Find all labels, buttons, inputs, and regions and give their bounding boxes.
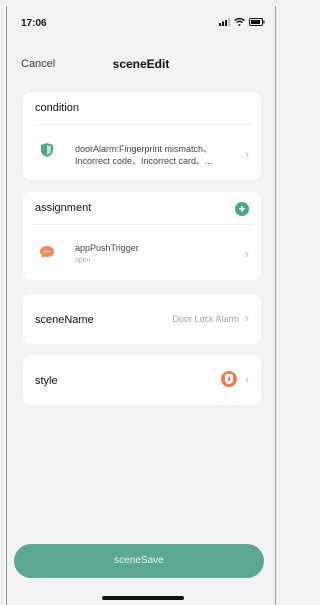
scene-name-value: Door Lock Alarm	[172, 314, 239, 324]
assignment-item-title: appPushTrigger	[75, 243, 139, 253]
shield-icon	[41, 143, 53, 157]
scene-name-label: sceneName	[35, 314, 94, 326]
condition-section-title: condition	[35, 102, 80, 114]
chevron-right-icon: ›	[245, 247, 249, 261]
signal-icon	[218, 18, 230, 26]
status-time: 17:06	[21, 18, 47, 29]
assignment-section-title: assignment	[35, 202, 92, 214]
assignment-item[interactable]: appPushTrigger open ›	[23, 236, 261, 272]
chevron-right-icon: ›	[245, 147, 249, 161]
add-assignment-button[interactable]: +	[235, 202, 249, 216]
lock-style-icon	[221, 371, 237, 387]
condition-item[interactable]: doorAlarm:Fingerprint mismatch、Incorrect…	[23, 136, 261, 172]
scene-save-button[interactable]: sceneSave	[14, 544, 264, 578]
push-message-icon	[40, 246, 54, 258]
status-icons	[218, 17, 265, 28]
nav-bar: Cancel sceneEdit	[7, 50, 275, 80]
chevron-right-icon: ›	[245, 311, 249, 325]
app-frame: 17:06 Cancel sceneEdit condition doorAla…	[6, 6, 276, 605]
style-label: style	[35, 375, 58, 387]
battery-icon	[249, 18, 265, 26]
status-bar: 17:06	[7, 6, 275, 38]
divider	[33, 224, 251, 225]
scene-name-row[interactable]: sceneName Door Lock Alarm ›	[23, 294, 261, 344]
divider	[33, 124, 251, 125]
condition-item-text: doorAlarm:Fingerprint mismatch、Incorrect…	[75, 144, 213, 166]
condition-card: condition doorAlarm:Fingerprint mismatch…	[23, 92, 261, 180]
assignment-card: assignment + appPushTrigger open ›	[23, 192, 261, 280]
wifi-icon	[234, 17, 246, 26]
page-title: sceneEdit	[112, 57, 170, 71]
assignment-item-subtitle: open	[75, 257, 91, 264]
chevron-right-icon: ›	[245, 372, 249, 386]
home-indicator	[102, 596, 184, 600]
style-row[interactable]: style ›	[23, 355, 261, 405]
